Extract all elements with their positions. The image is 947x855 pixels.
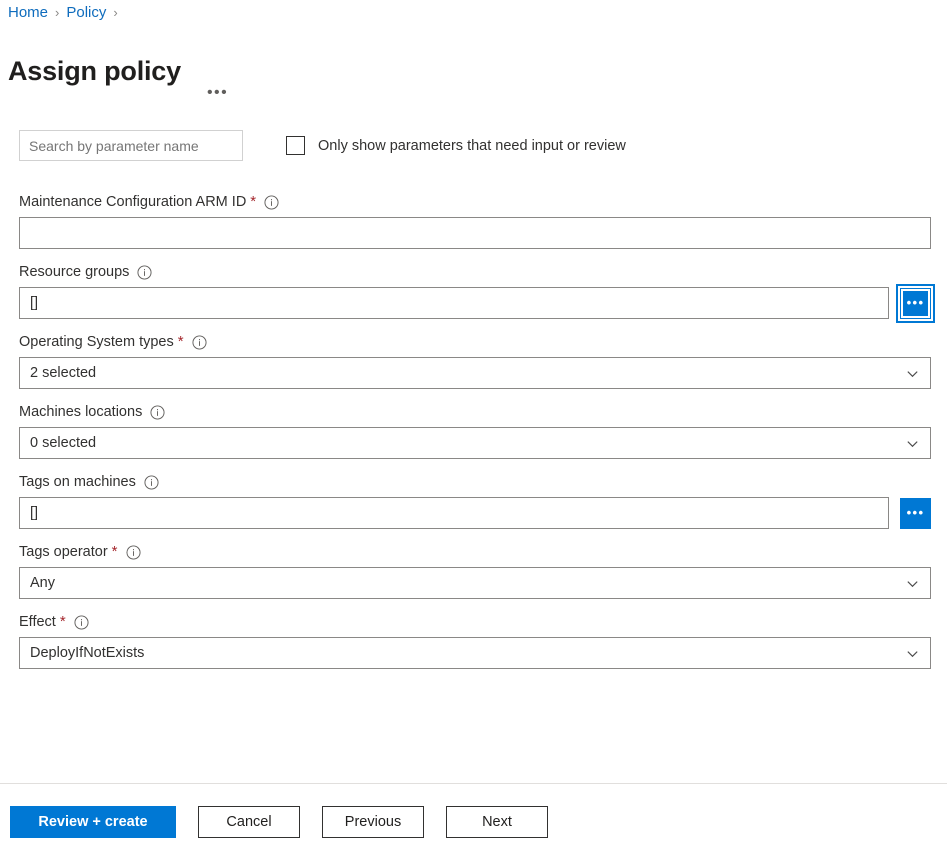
need-input-filter-label: Only show parameters that need input or … (318, 137, 626, 154)
effect-select[interactable]: DeployIfNotExists (19, 637, 931, 669)
info-icon[interactable] (125, 544, 141, 560)
field-label-text: Machines locations (19, 404, 143, 420)
field-tags-operator: Tags operator * Any (19, 542, 931, 599)
chevron-down-icon (905, 366, 920, 381)
field-control-row: 0 selected (19, 427, 931, 459)
breadcrumb: Home › Policy › (8, 3, 125, 23)
field-maintenance-configuration-arm-id: Maintenance Configuration ARM ID * (19, 192, 931, 249)
field-resource-groups: Resource groups ••• (19, 262, 935, 323)
field-label: Machines locations (19, 402, 931, 422)
field-label-text: Tags operator (19, 544, 108, 560)
info-icon[interactable] (150, 404, 165, 420)
info-icon[interactable] (74, 614, 89, 630)
field-label-text: Operating System types (19, 334, 174, 350)
field-control-row: ••• (19, 497, 931, 529)
breadcrumb-item-home[interactable]: Home (8, 3, 48, 23)
field-control-row: ••• (19, 283, 935, 323)
field-effect: Effect * DeployIfNotExists (19, 612, 931, 669)
ellipsis-icon: ••• (901, 288, 930, 318)
chevron-down-icon (905, 576, 920, 591)
page-title: Assign policy (8, 56, 181, 87)
parameter-filter-row: Only show parameters that need input or … (19, 130, 626, 161)
footer-divider (0, 783, 947, 784)
required-asterisk: * (111, 543, 118, 560)
field-label-text: Maintenance Configuration ARM ID (19, 194, 247, 210)
select-value: Any (30, 575, 55, 591)
ellipsis-icon: ••• (906, 505, 925, 520)
next-button[interactable]: Next (446, 806, 548, 838)
resource-groups-input[interactable] (19, 287, 889, 319)
tags-on-machines-input[interactable] (19, 497, 889, 529)
field-label: Tags operator * (19, 542, 931, 562)
breadcrumb-separator-icon: › (113, 5, 118, 20)
assign-policy-page: Home › Policy › Assign policy ••• Only s… (0, 0, 947, 855)
checkbox-box-icon[interactable] (286, 136, 305, 155)
tags-on-machines-picker-button[interactable]: ••• (900, 497, 931, 529)
resource-groups-picker-button[interactable]: ••• (896, 283, 935, 323)
info-icon[interactable] (192, 334, 207, 350)
tags-operator-select[interactable]: Any (19, 567, 931, 599)
field-label-text: Effect (19, 614, 56, 630)
field-label-text: Tags on machines (19, 474, 136, 490)
footer-actions: Review + create Cancel Previous Next (10, 806, 570, 838)
field-control-row: DeployIfNotExists (19, 637, 931, 669)
operating-system-types-select[interactable]: 2 selected (19, 357, 931, 389)
page-header: Assign policy ••• (8, 36, 228, 106)
previous-button[interactable]: Previous (322, 806, 424, 838)
field-tags-on-machines: Tags on machines ••• (19, 472, 931, 529)
field-label: Maintenance Configuration ARM ID * (19, 192, 931, 212)
machines-locations-select[interactable]: 0 selected (19, 427, 931, 459)
breadcrumb-separator-icon: › (55, 5, 60, 20)
chevron-down-icon (905, 646, 920, 661)
required-asterisk: * (250, 193, 257, 210)
field-label: Tags on machines (19, 472, 931, 492)
info-icon[interactable] (264, 194, 279, 210)
parameters-form: Maintenance Configuration ARM ID * Resou… (19, 192, 935, 682)
select-value: 0 selected (30, 435, 97, 451)
need-input-filter-checkbox[interactable]: Only show parameters that need input or … (286, 136, 626, 155)
cancel-button[interactable]: Cancel (198, 806, 300, 838)
field-label: Resource groups (19, 262, 931, 282)
field-label: Effect * (19, 612, 931, 632)
field-label-text: Resource groups (19, 264, 130, 280)
field-control-row (19, 217, 931, 249)
required-asterisk: * (177, 333, 184, 350)
field-control-row: 2 selected (19, 357, 931, 389)
breadcrumb-item-policy[interactable]: Policy (66, 3, 106, 23)
select-value: DeployIfNotExists (30, 645, 145, 661)
select-value: 2 selected (30, 365, 97, 381)
info-icon[interactable] (144, 474, 159, 490)
field-operating-system-types: Operating System types * 2 selected (19, 332, 931, 389)
review-create-button[interactable]: Review + create (10, 806, 176, 838)
required-asterisk: * (59, 613, 66, 630)
field-machines-locations: Machines locations 0 selected (19, 402, 931, 459)
search-input[interactable] (19, 130, 243, 161)
info-icon[interactable] (137, 264, 152, 280)
field-control-row: Any (19, 567, 931, 599)
maintenance-configuration-arm-id-input[interactable] (19, 217, 931, 249)
field-label: Operating System types * (19, 332, 931, 352)
more-options-icon[interactable]: ••• (207, 85, 228, 101)
chevron-down-icon (905, 436, 920, 451)
